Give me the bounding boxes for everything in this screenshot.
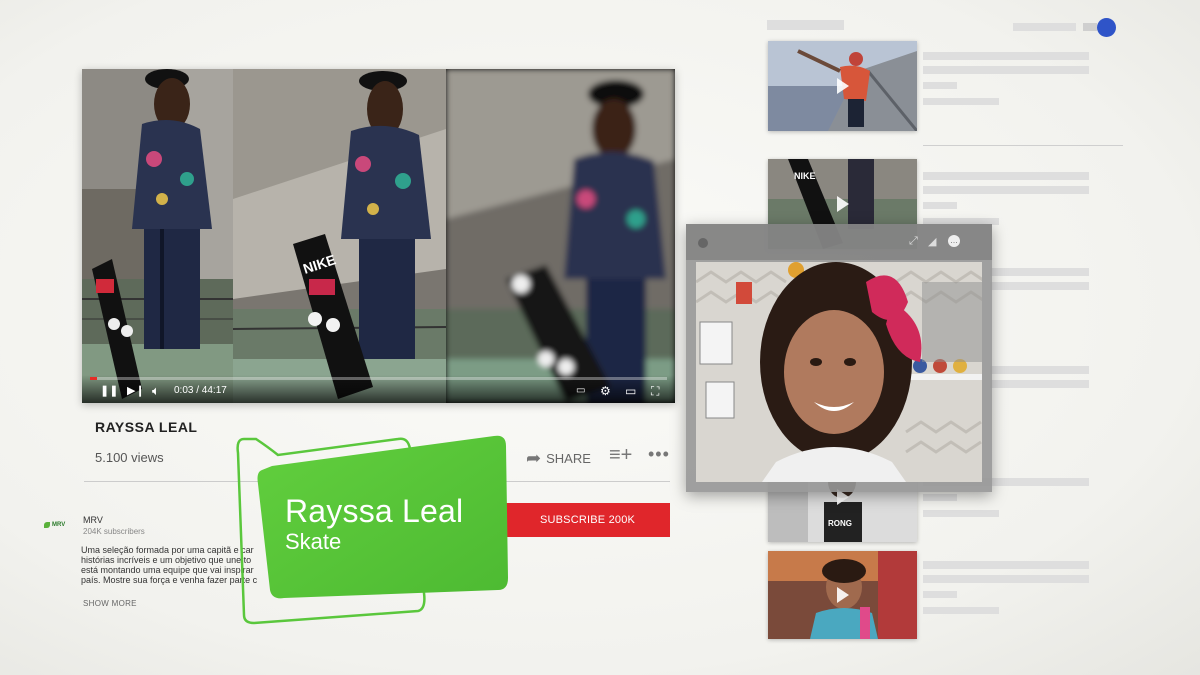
menu-icon[interactable] (698, 238, 708, 248)
time-display: 0:03 / 44:17 (174, 385, 227, 396)
mini-player-window[interactable]: ⤢ ◢ … (686, 224, 992, 492)
placeholder-bar (923, 82, 957, 89)
placeholder-bar (923, 494, 957, 501)
placeholder-bar (923, 561, 1089, 569)
placeholder-bar (990, 366, 1089, 374)
pause-icon[interactable]: ❚❚ (100, 384, 118, 398)
play-icon (836, 587, 849, 603)
subtitles-icon[interactable]: ▭ (576, 384, 585, 398)
placeholder-bar (923, 591, 957, 598)
lower-third-subtitle: Skate (285, 529, 342, 554)
divider (923, 145, 1123, 146)
placeholder-bar (1013, 23, 1076, 31)
channel-logo-text: MRV (52, 522, 66, 528)
placeholder-bar (923, 607, 999, 614)
chat-icon[interactable]: … (948, 235, 960, 247)
subscribe-button[interactable]: SUBSCRIBE 200K (505, 503, 670, 537)
view-count: 5.100 views (95, 450, 164, 465)
placeholder-bar (923, 66, 1089, 74)
video-title: RAYSSA LEAL (95, 419, 198, 435)
toggle-switch[interactable] (1097, 18, 1116, 37)
video-frame (82, 69, 233, 403)
show-more-link[interactable]: SHOW MORE (83, 599, 137, 608)
placeholder-bar (923, 98, 999, 105)
webcam-video (696, 262, 982, 482)
video-frame (446, 69, 675, 403)
add-to-playlist-icon[interactable]: ≡+ (609, 444, 632, 467)
settings-icon[interactable]: ⚙ (600, 384, 611, 398)
play-icon (836, 196, 849, 212)
share-icon: ➦ (526, 448, 542, 468)
svg-text:RONG: RONG (828, 519, 852, 528)
mini-player-toolbar: ⤢ ◢ … (686, 224, 992, 260)
svg-text:NIKE: NIKE (794, 171, 816, 181)
placeholder-bar (923, 510, 999, 517)
recommended-thumbnail[interactable] (768, 41, 917, 131)
placeholder-bar (923, 172, 1089, 180)
player-controls: ❚❚ ▶❙ 🔈︎ 0:03 / 44:17 ▭ ⚙ ▭ ⛶ (82, 375, 675, 403)
next-icon[interactable]: ▶❙ (127, 384, 145, 398)
volume-icon[interactable]: 🔈︎ (152, 384, 160, 398)
more-options-icon[interactable]: ••• (648, 444, 670, 465)
video-player[interactable]: NIKE ❚❚ ▶❙ 🔈︎ 0:03 / 44:17 ▭ ⚙ ▭ ⛶ (82, 69, 675, 403)
logo-leaf-icon (44, 522, 50, 528)
progress-bar[interactable] (90, 377, 667, 380)
subscriber-count: 204K subscribers (83, 527, 145, 536)
placeholder-bar (1083, 23, 1097, 31)
theater-icon[interactable]: ▭ (625, 384, 636, 398)
placeholder-bar (923, 575, 1089, 583)
placeholder-bar (990, 282, 1089, 290)
signal-icon[interactable]: ◢ (928, 235, 936, 248)
share-button[interactable]: ➦ SHARE (526, 448, 591, 469)
placeholder-bar (923, 202, 957, 209)
progress-fill (90, 377, 97, 380)
video-frame: NIKE (233, 69, 446, 403)
placeholder-bar (923, 186, 1089, 194)
fullscreen-icon[interactable]: ⛶ (651, 384, 659, 398)
placeholder-bar (767, 20, 844, 30)
channel-name[interactable]: MRV (83, 515, 103, 525)
play-icon (836, 78, 849, 94)
placeholder-bar (990, 380, 1089, 388)
expand-icon[interactable]: ⤢ (909, 235, 918, 248)
recommended-thumbnail[interactable] (768, 551, 917, 639)
channel-logo[interactable]: MRV (44, 519, 68, 531)
placeholder-bar (923, 52, 1089, 60)
share-label: SHARE (546, 451, 591, 466)
lower-third-name: Rayssa Leal (285, 493, 464, 529)
placeholder-bar (990, 268, 1089, 276)
